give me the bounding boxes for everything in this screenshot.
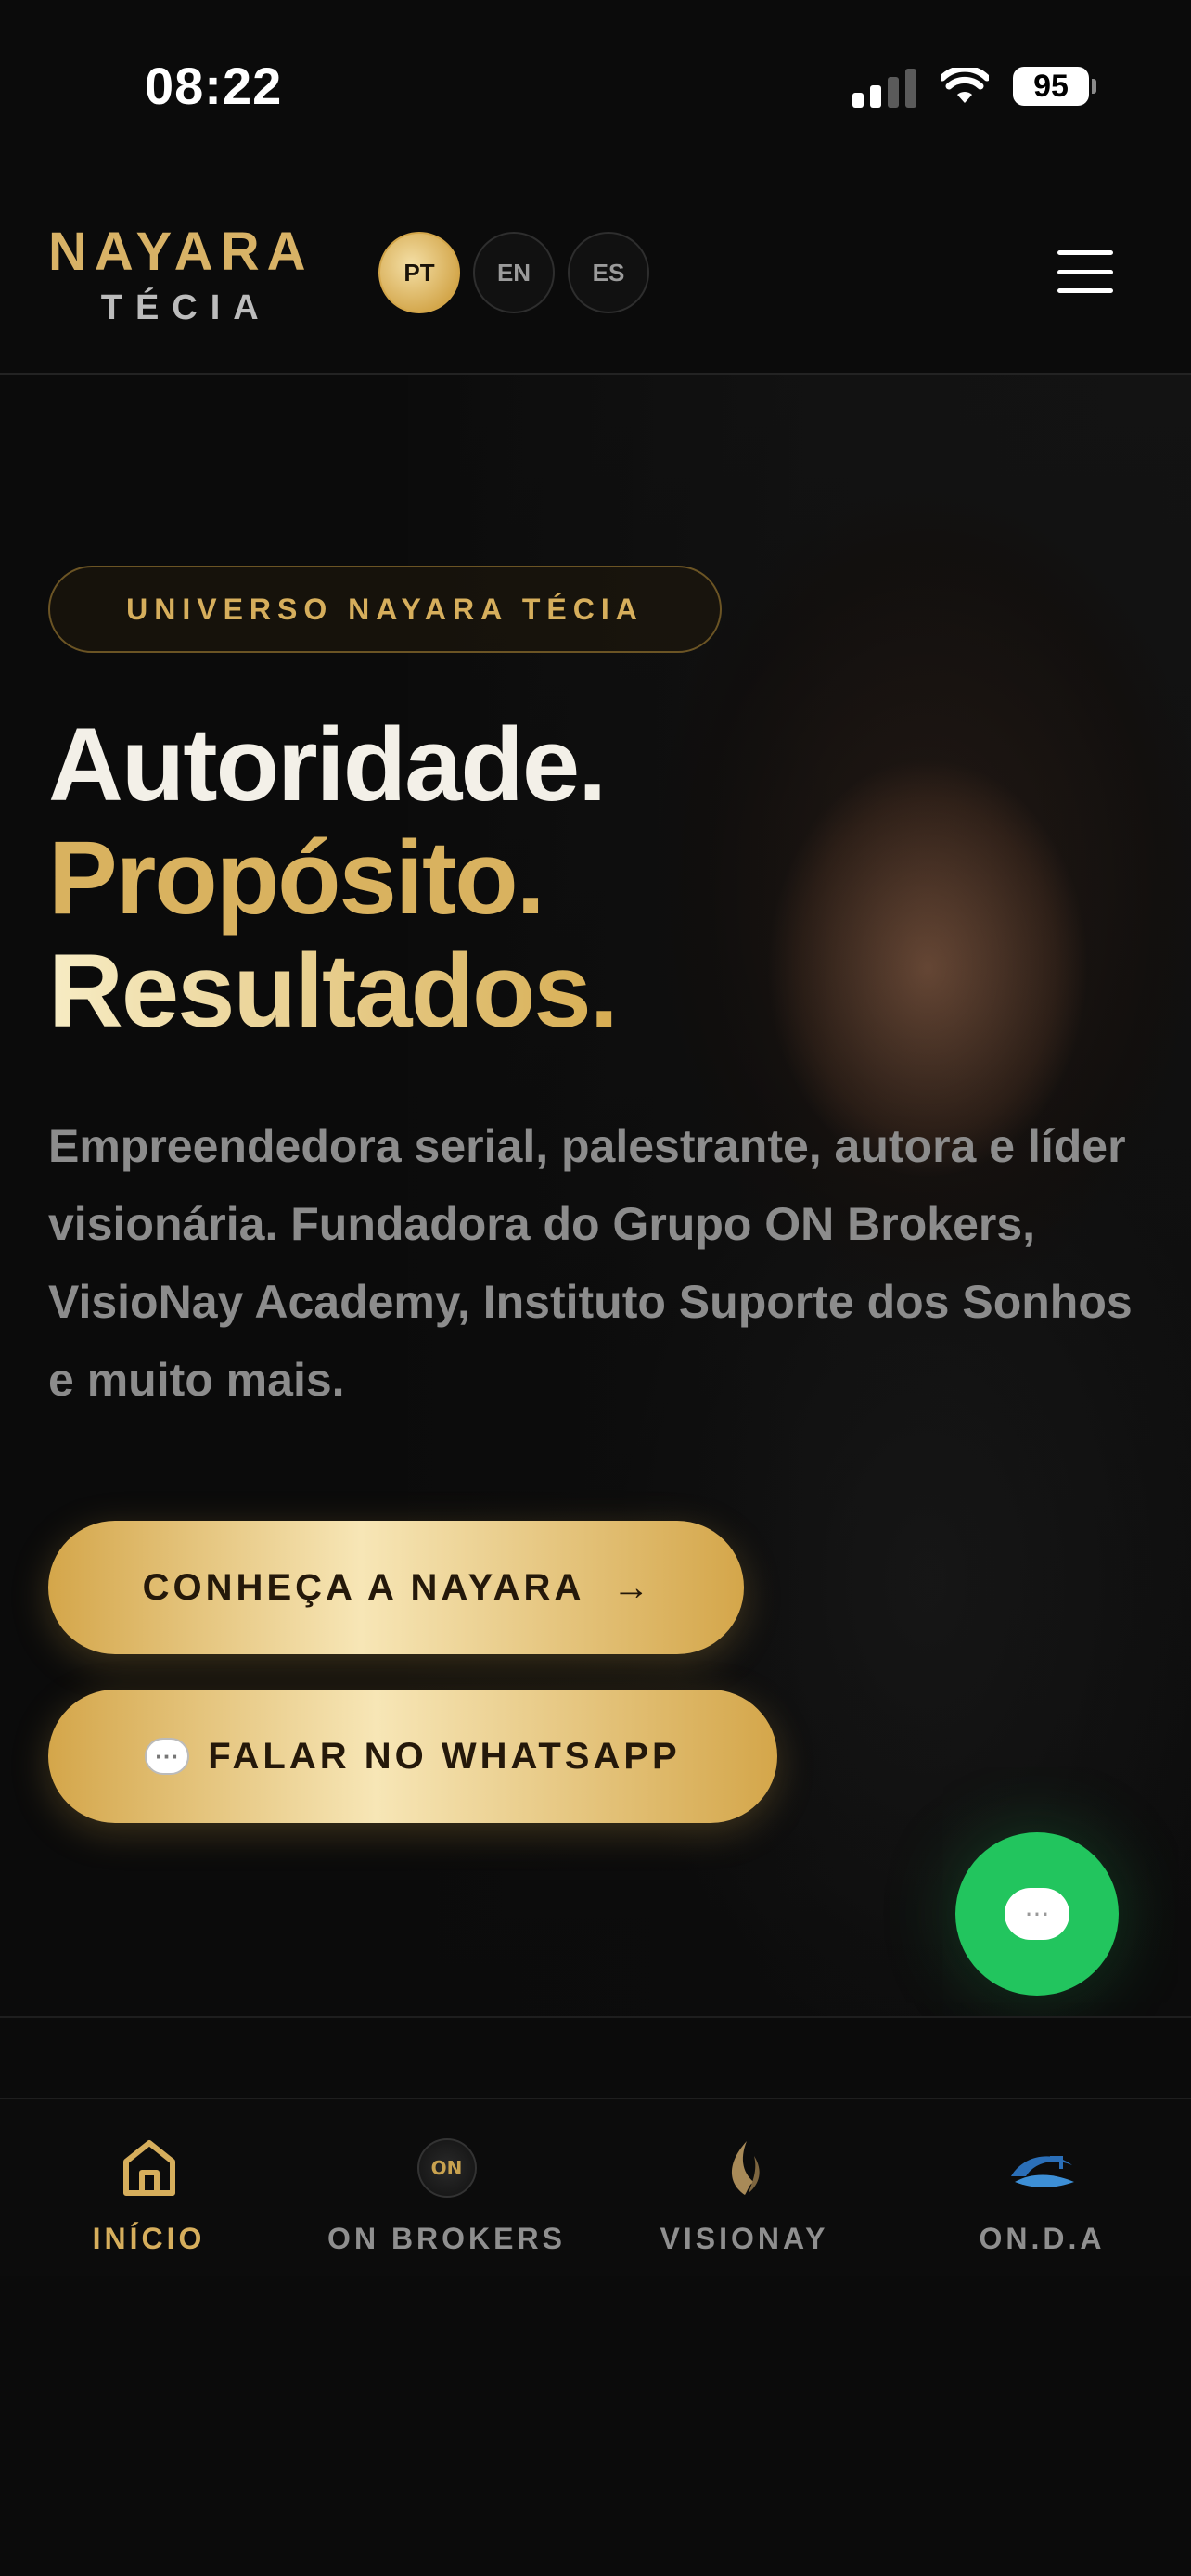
battery-icon: 95 (1013, 67, 1096, 106)
nav-item-onda[interactable]: ON.D.A (893, 2099, 1191, 2276)
hero-description: Empreendedora serial, palestrante, autor… (48, 1120, 1133, 1406)
visionay-logo-icon (731, 2141, 760, 2195)
nav-label-visionay: VISIONAY (660, 2222, 829, 2255)
home-icon (122, 2140, 175, 2196)
arrow-right-icon: → (612, 1566, 650, 1608)
language-en-button[interactable]: EN (473, 232, 555, 313)
hero-section: UNIVERSO NAYARA TÉCIA Autoridade. Propós… (0, 375, 1191, 2018)
headline-line-2: Propósito. (48, 820, 545, 936)
meet-nayara-button[interactable]: CONHEÇA A NAYARA → (48, 1521, 744, 1654)
cellular-signal-icon (852, 65, 916, 108)
hero-headline: Autoridade. Propósito. Resultados. (48, 707, 619, 1049)
whatsapp-button[interactable]: ··· FALAR NO WHATSAPP (48, 1690, 777, 1823)
whatsapp-floating-button[interactable]: ··· (955, 1832, 1119, 1996)
nav-label-inicio: INÍCIO (92, 2222, 206, 2255)
headline-line-3: Resultados. (48, 933, 619, 1049)
site-header: NAYARA TÉCIA PT EN ES (0, 185, 1191, 375)
chat-bubble-icon: ··· (145, 1738, 190, 1775)
nav-label-onda: ON.D.A (979, 2222, 1106, 2255)
logo-name: NAYARA (48, 222, 314, 282)
nav-item-visionay[interactable]: VISIONAY (596, 2099, 893, 2276)
headline-line-1: Autoridade. (48, 707, 607, 823)
logo-surname: TÉCIA (100, 288, 272, 327)
meet-nayara-label: CONHEÇA A NAYARA (142, 1566, 585, 1608)
nav-item-inicio[interactable]: INÍCIO (0, 2099, 298, 2276)
hamburger-menu-icon[interactable] (1057, 250, 1113, 293)
status-icons: 95 (852, 65, 1096, 108)
language-pt-button[interactable]: PT (378, 232, 460, 313)
nav-label-on-brokers: ON BROKERS (327, 2222, 566, 2255)
language-es-button[interactable]: ES (568, 232, 649, 313)
status-time: 08:22 (145, 57, 283, 115)
nav-item-on-brokers[interactable]: ON ON BROKERS (298, 2099, 596, 2276)
site-logo[interactable]: NAYARA TÉCIA (48, 223, 313, 334)
whatsapp-button-label: FALAR NO WHATSAPP (208, 1735, 681, 1777)
wifi-icon (941, 68, 989, 103)
bottom-nav: INÍCIO ON ON BROKERS VISIONAY ON.D.A (0, 2098, 1191, 2276)
hero-badge: UNIVERSO NAYARA TÉCIA (48, 566, 722, 653)
onda-logo-icon (1010, 2156, 1074, 2187)
language-switcher: PT EN ES (378, 232, 649, 313)
chat-bubble-icon: ··· (1005, 1888, 1069, 1940)
on-brokers-logo-icon: ON (416, 2138, 477, 2198)
